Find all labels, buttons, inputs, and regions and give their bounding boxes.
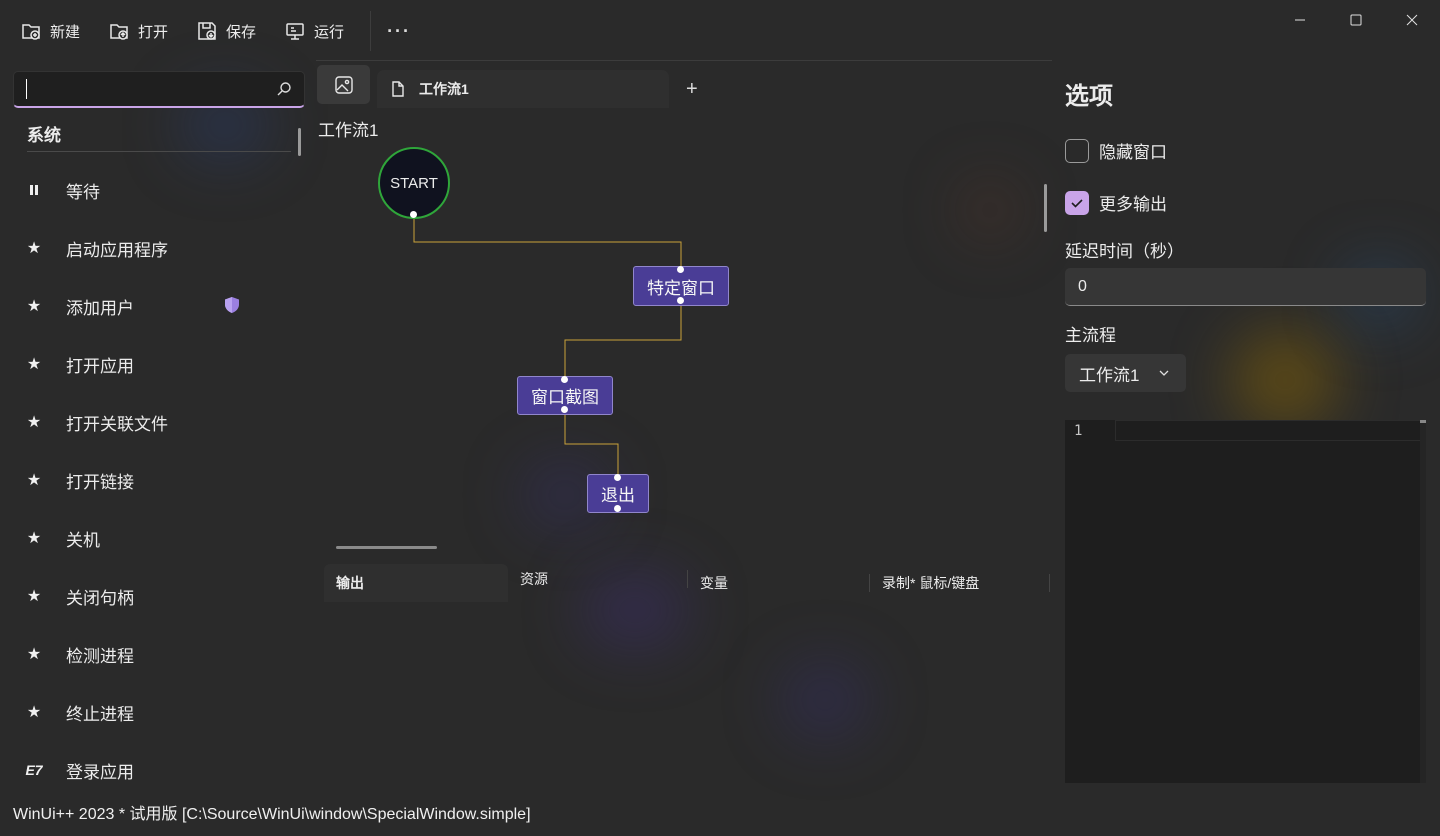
tab-label: 变量 (700, 575, 728, 591)
maximize-button[interactable] (1328, 0, 1384, 40)
sidebar-item-login-app[interactable]: E7 登录应用 (0, 741, 300, 799)
options-title: 选项 (1065, 83, 1113, 110)
options-scrollbar[interactable] (1044, 184, 1047, 232)
main-flow-value: 工作流1 (1079, 365, 1140, 385)
delay-value: 0 (1078, 277, 1087, 295)
star-icon: ★ (26, 646, 42, 663)
start-output-port[interactable] (410, 211, 417, 218)
minimize-icon (1295, 19, 1305, 21)
tab-label: 资源 (520, 571, 548, 587)
checkbox-label: 隐藏窗口 (1099, 143, 1167, 162)
screenshot-input-port[interactable] (561, 376, 568, 383)
check-icon (1071, 198, 1083, 208)
sidebar-item-label: 登录应用 (66, 762, 134, 782)
panel-splitter[interactable] (336, 546, 437, 549)
connector-screenshot-exit (564, 410, 619, 478)
screenshot-output-port[interactable] (561, 406, 568, 413)
checkbox-box[interactable] (1065, 190, 1089, 215)
window-controls (1272, 0, 1440, 40)
start-node-label: START (390, 174, 438, 192)
flow-connectors (413, 215, 682, 478)
editor-scrollbar[interactable] (1420, 420, 1426, 783)
exit-input-port[interactable] (614, 474, 621, 481)
e7-icon: E7 (25, 762, 43, 778)
start-node[interactable]: START (378, 147, 450, 219)
sidebar-item-label: 终止进程 (66, 704, 134, 724)
minimize-button[interactable] (1272, 0, 1328, 40)
maximize-icon (1350, 14, 1362, 26)
sidebar-item-label: 检测进程 (66, 646, 134, 666)
checkbox-label: 更多输出 (1099, 195, 1167, 214)
sidebar-item-kill-process[interactable]: ★ 终止进程 (0, 683, 300, 741)
special-window-output-port[interactable] (677, 297, 684, 304)
chevron-down-icon (1159, 370, 1169, 376)
exit-output-port[interactable] (614, 505, 621, 512)
close-button[interactable] (1384, 0, 1440, 40)
hide-window-checkbox[interactable]: 隐藏窗口 (1065, 138, 1167, 163)
code-editor[interactable]: 1 (1065, 420, 1426, 783)
tab-label: 录制* 鼠标/键盘 (882, 575, 980, 591)
line-number: 1 (1074, 423, 1083, 439)
sidebar-item-detect-process[interactable]: ★ 检测进程 (0, 625, 300, 683)
node-label: 退出 (601, 486, 635, 505)
special-window-input-port[interactable] (677, 266, 684, 273)
connector-special-screenshot (564, 301, 682, 380)
connector-start-special (413, 215, 682, 270)
tab-resources[interactable]: 资源 (508, 560, 688, 598)
main-flow-label: 主流程 (1065, 326, 1116, 345)
tab-output[interactable]: 输出 (324, 564, 508, 602)
star-icon: ★ (26, 588, 42, 605)
delay-input[interactable]: 0 (1065, 268, 1426, 306)
sidebar-item-close-handle[interactable]: ★ 关闭句柄 (0, 567, 300, 625)
star-icon: ★ (26, 704, 42, 721)
tab-recording[interactable]: 录制* 鼠标/键盘 (870, 564, 1050, 602)
node-label: 特定窗口 (647, 278, 715, 298)
more-output-checkbox[interactable]: 更多输出 (1065, 190, 1167, 215)
output-tabs: 输出 资源 变量 录制* 鼠标/键盘 (324, 564, 1050, 602)
main-flow-select[interactable]: 工作流1 (1065, 354, 1186, 392)
sidebar-item-label: 关闭句柄 (66, 588, 134, 608)
status-bar: WinUi++ 2023 * 试用版 [C:\Source\WinUi\wind… (13, 806, 531, 823)
tab-label: 输出 (336, 575, 364, 591)
checkbox-box[interactable] (1065, 138, 1089, 163)
tab-variables[interactable]: 变量 (688, 564, 870, 602)
node-label: 窗口截图 (531, 388, 599, 407)
delay-label: 延迟时间（秒） (1065, 242, 1184, 261)
current-line-highlight (1115, 420, 1425, 441)
close-icon (1406, 14, 1418, 26)
